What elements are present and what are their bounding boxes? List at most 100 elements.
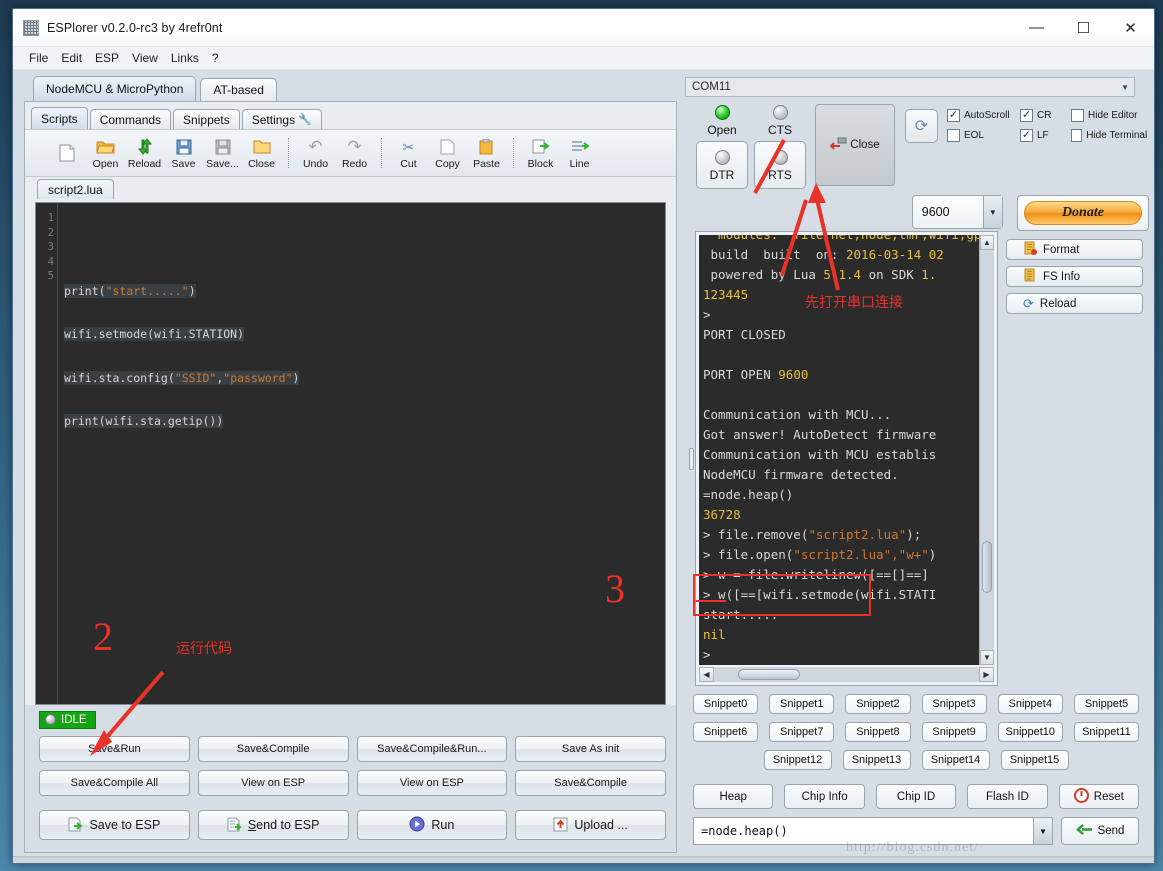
terminal-vertical-scrollbar[interactable]: ▲ ▼ [979, 235, 994, 665]
snippet-button-5[interactable]: Snippet5 [1073, 694, 1140, 714]
terminal-output[interactable]: modules: file,net,node,tmr,wifi,gpio,pwm… [699, 235, 979, 665]
scroll-up-icon[interactable]: ▲ [980, 235, 994, 250]
close-icon[interactable]: ✕ [1107, 9, 1154, 46]
scroll-left-icon[interactable]: ◀ [699, 667, 714, 682]
snippet-button-4[interactable]: Snippet4 [997, 694, 1063, 714]
menu-item-edit[interactable]: Edit [61, 51, 82, 65]
cr-checkbox[interactable]: ✓ CR [1020, 109, 1068, 122]
undo-button[interactable]: ↶ Undo [296, 131, 335, 175]
menu-item-esp[interactable]: ESP [95, 51, 119, 65]
code-editor[interactable]: 1 2 3 4 5 print("start.....") wifi.setmo… [35, 202, 666, 705]
snippet-button-13[interactable]: Snippet13 [842, 750, 911, 770]
snippet-button-9[interactable]: Snippet9 [921, 722, 987, 742]
autoscroll-checkbox[interactable]: ✓ AutoScroll [947, 109, 1017, 122]
tab-snippets[interactable]: Snippets [173, 109, 240, 129]
hide-editor-checkbox[interactable]: ✓ Hide Editor [1071, 109, 1141, 122]
snippet-button-10[interactable]: Snippet10 [997, 722, 1063, 742]
rts-button[interactable]: RTS [754, 141, 806, 189]
save-as-button[interactable]: Save... [203, 131, 242, 175]
tab-scripts[interactable]: Scripts [31, 107, 88, 129]
command-input[interactable]: =node.heap() ▼ [693, 817, 1053, 845]
menu-item-help[interactable]: ? [212, 51, 219, 65]
save-and-compile-button[interactable]: Save&Compile [197, 736, 349, 762]
save-and-run-button[interactable]: Save&Run [39, 736, 190, 762]
tab-commands[interactable]: Commands [89, 109, 172, 129]
send-to-esp-button[interactable]: Send to ESP [197, 810, 349, 840]
eol-checkbox[interactable]: ✓ EOL [947, 129, 1017, 142]
snippet-button-8[interactable]: Snippet8 [845, 722, 911, 742]
copy-button[interactable]: Copy [428, 131, 467, 175]
checkbox-box: ✓ [1071, 129, 1083, 142]
cut-button[interactable]: ✂ Cut [389, 131, 428, 175]
save-as-init-button[interactable]: Save As init [515, 736, 666, 762]
snippet-button-15[interactable]: Snippet15 [1000, 750, 1069, 770]
snippet-button-12[interactable]: Snippet12 [763, 750, 832, 770]
tab-at-based[interactable]: AT-based [200, 78, 277, 101]
code-text-area[interactable]: print("start.....") wifi.setmode(wifi.ST… [58, 203, 665, 704]
format-button[interactable]: Format [1006, 239, 1143, 260]
snippet-button-14[interactable]: Snippet14 [921, 750, 990, 770]
snippet-button-2[interactable]: Snippet2 [845, 694, 911, 714]
menu-item-view[interactable]: View [132, 51, 158, 65]
snippet-button-3[interactable]: Snippet3 [921, 694, 987, 714]
heap-button[interactable]: Heap [693, 784, 774, 809]
splitter-grip[interactable] [688, 447, 694, 470]
window-controls: — ☐ ✕ [1013, 9, 1154, 46]
fs-info-button[interactable]: FS Info [1006, 266, 1143, 287]
save-button[interactable]: Save [164, 131, 203, 175]
snippet-button-6[interactable]: Snippet6 [692, 722, 759, 742]
dtr-button[interactable]: DTR [696, 141, 748, 189]
save-compile-button-2[interactable]: Save&Compile [515, 770, 666, 796]
scrollbar-track[interactable] [980, 250, 994, 650]
chip-id-button[interactable]: Chip ID [875, 784, 957, 809]
save-compile-all-button[interactable]: Save&Compile All [39, 770, 190, 796]
paste-button[interactable]: Paste [467, 131, 506, 175]
snippet-button-0[interactable]: Snippet0 [692, 694, 759, 714]
view-on-esp-button-2[interactable]: View on ESP [356, 770, 508, 796]
com-port-selector[interactable]: COM11 ▼ [685, 77, 1135, 97]
reload-fs-button[interactable]: ⟳ Reload [1006, 293, 1143, 314]
run-button[interactable]: Run [356, 810, 508, 840]
new-file-button[interactable] [47, 131, 86, 175]
scroll-down-icon[interactable]: ▼ [980, 650, 994, 665]
reload-button[interactable]: Reload [125, 131, 164, 175]
refresh-ports-button[interactable]: ⟳ [905, 109, 938, 143]
reset-button[interactable]: Reset [1058, 784, 1140, 809]
close-connection-button[interactable]: Close [815, 104, 895, 186]
pane-splitter[interactable] [687, 231, 695, 686]
upload-button[interactable]: Upload ... [515, 810, 666, 840]
chip-info-button[interactable]: Chip Info [784, 784, 865, 809]
snippet-button-11[interactable]: Snippet11 [1073, 722, 1140, 742]
close-file-button[interactable]: Close [242, 131, 281, 175]
scrollbar-thumb[interactable] [982, 541, 992, 593]
send-line-button[interactable]: Line [560, 131, 599, 175]
send-block-button[interactable]: Block [521, 131, 560, 175]
send-button[interactable]: Send [1061, 817, 1139, 845]
minimize-icon[interactable]: — [1013, 9, 1060, 46]
terminal-line: =node.heap() [703, 485, 979, 505]
cts-indicator: CTS RTS [751, 103, 809, 189]
file-tab-script2[interactable]: script2.lua [37, 179, 114, 199]
view-on-esp-button[interactable]: View on ESP [197, 770, 349, 796]
tab-settings[interactable]: Settings 🔧 [241, 109, 322, 129]
scroll-right-icon[interactable]: ▶ [979, 667, 994, 682]
save-compile-run-button[interactable]: Save&Compile&Run... [356, 736, 508, 762]
donate-button[interactable]: Donate [1023, 201, 1142, 225]
tab-nodemcu-micropython[interactable]: NodeMCU & MicroPython [33, 76, 197, 101]
menu-item-file[interactable]: File [29, 51, 48, 65]
chevron-down-icon[interactable]: ▼ [1033, 818, 1052, 844]
maximize-icon[interactable]: ☐ [1060, 9, 1107, 46]
menu-item-links[interactable]: Links [171, 51, 199, 65]
snippet-button-7[interactable]: Snippet7 [769, 722, 835, 742]
snippet-button-1[interactable]: Snippet1 [769, 694, 835, 714]
terminal-horizontal-scrollbar[interactable]: ◀ ▶ [699, 667, 994, 682]
redo-button[interactable]: ↷ Redo [335, 131, 374, 175]
save-to-esp-button[interactable]: Save to ESP [39, 810, 190, 840]
chevron-down-icon: ▼ [1121, 82, 1129, 92]
open-button[interactable]: Open [86, 131, 125, 175]
lf-checkbox[interactable]: ✓ LF [1020, 129, 1068, 142]
hide-terminal-checkbox[interactable]: ✓ Hide Terminal [1071, 129, 1147, 142]
hscrollbar-thumb[interactable] [738, 669, 800, 680]
baud-rate-selector[interactable]: 9600 ▼ [911, 195, 1003, 229]
flash-id-button[interactable]: Flash ID [967, 784, 1048, 809]
